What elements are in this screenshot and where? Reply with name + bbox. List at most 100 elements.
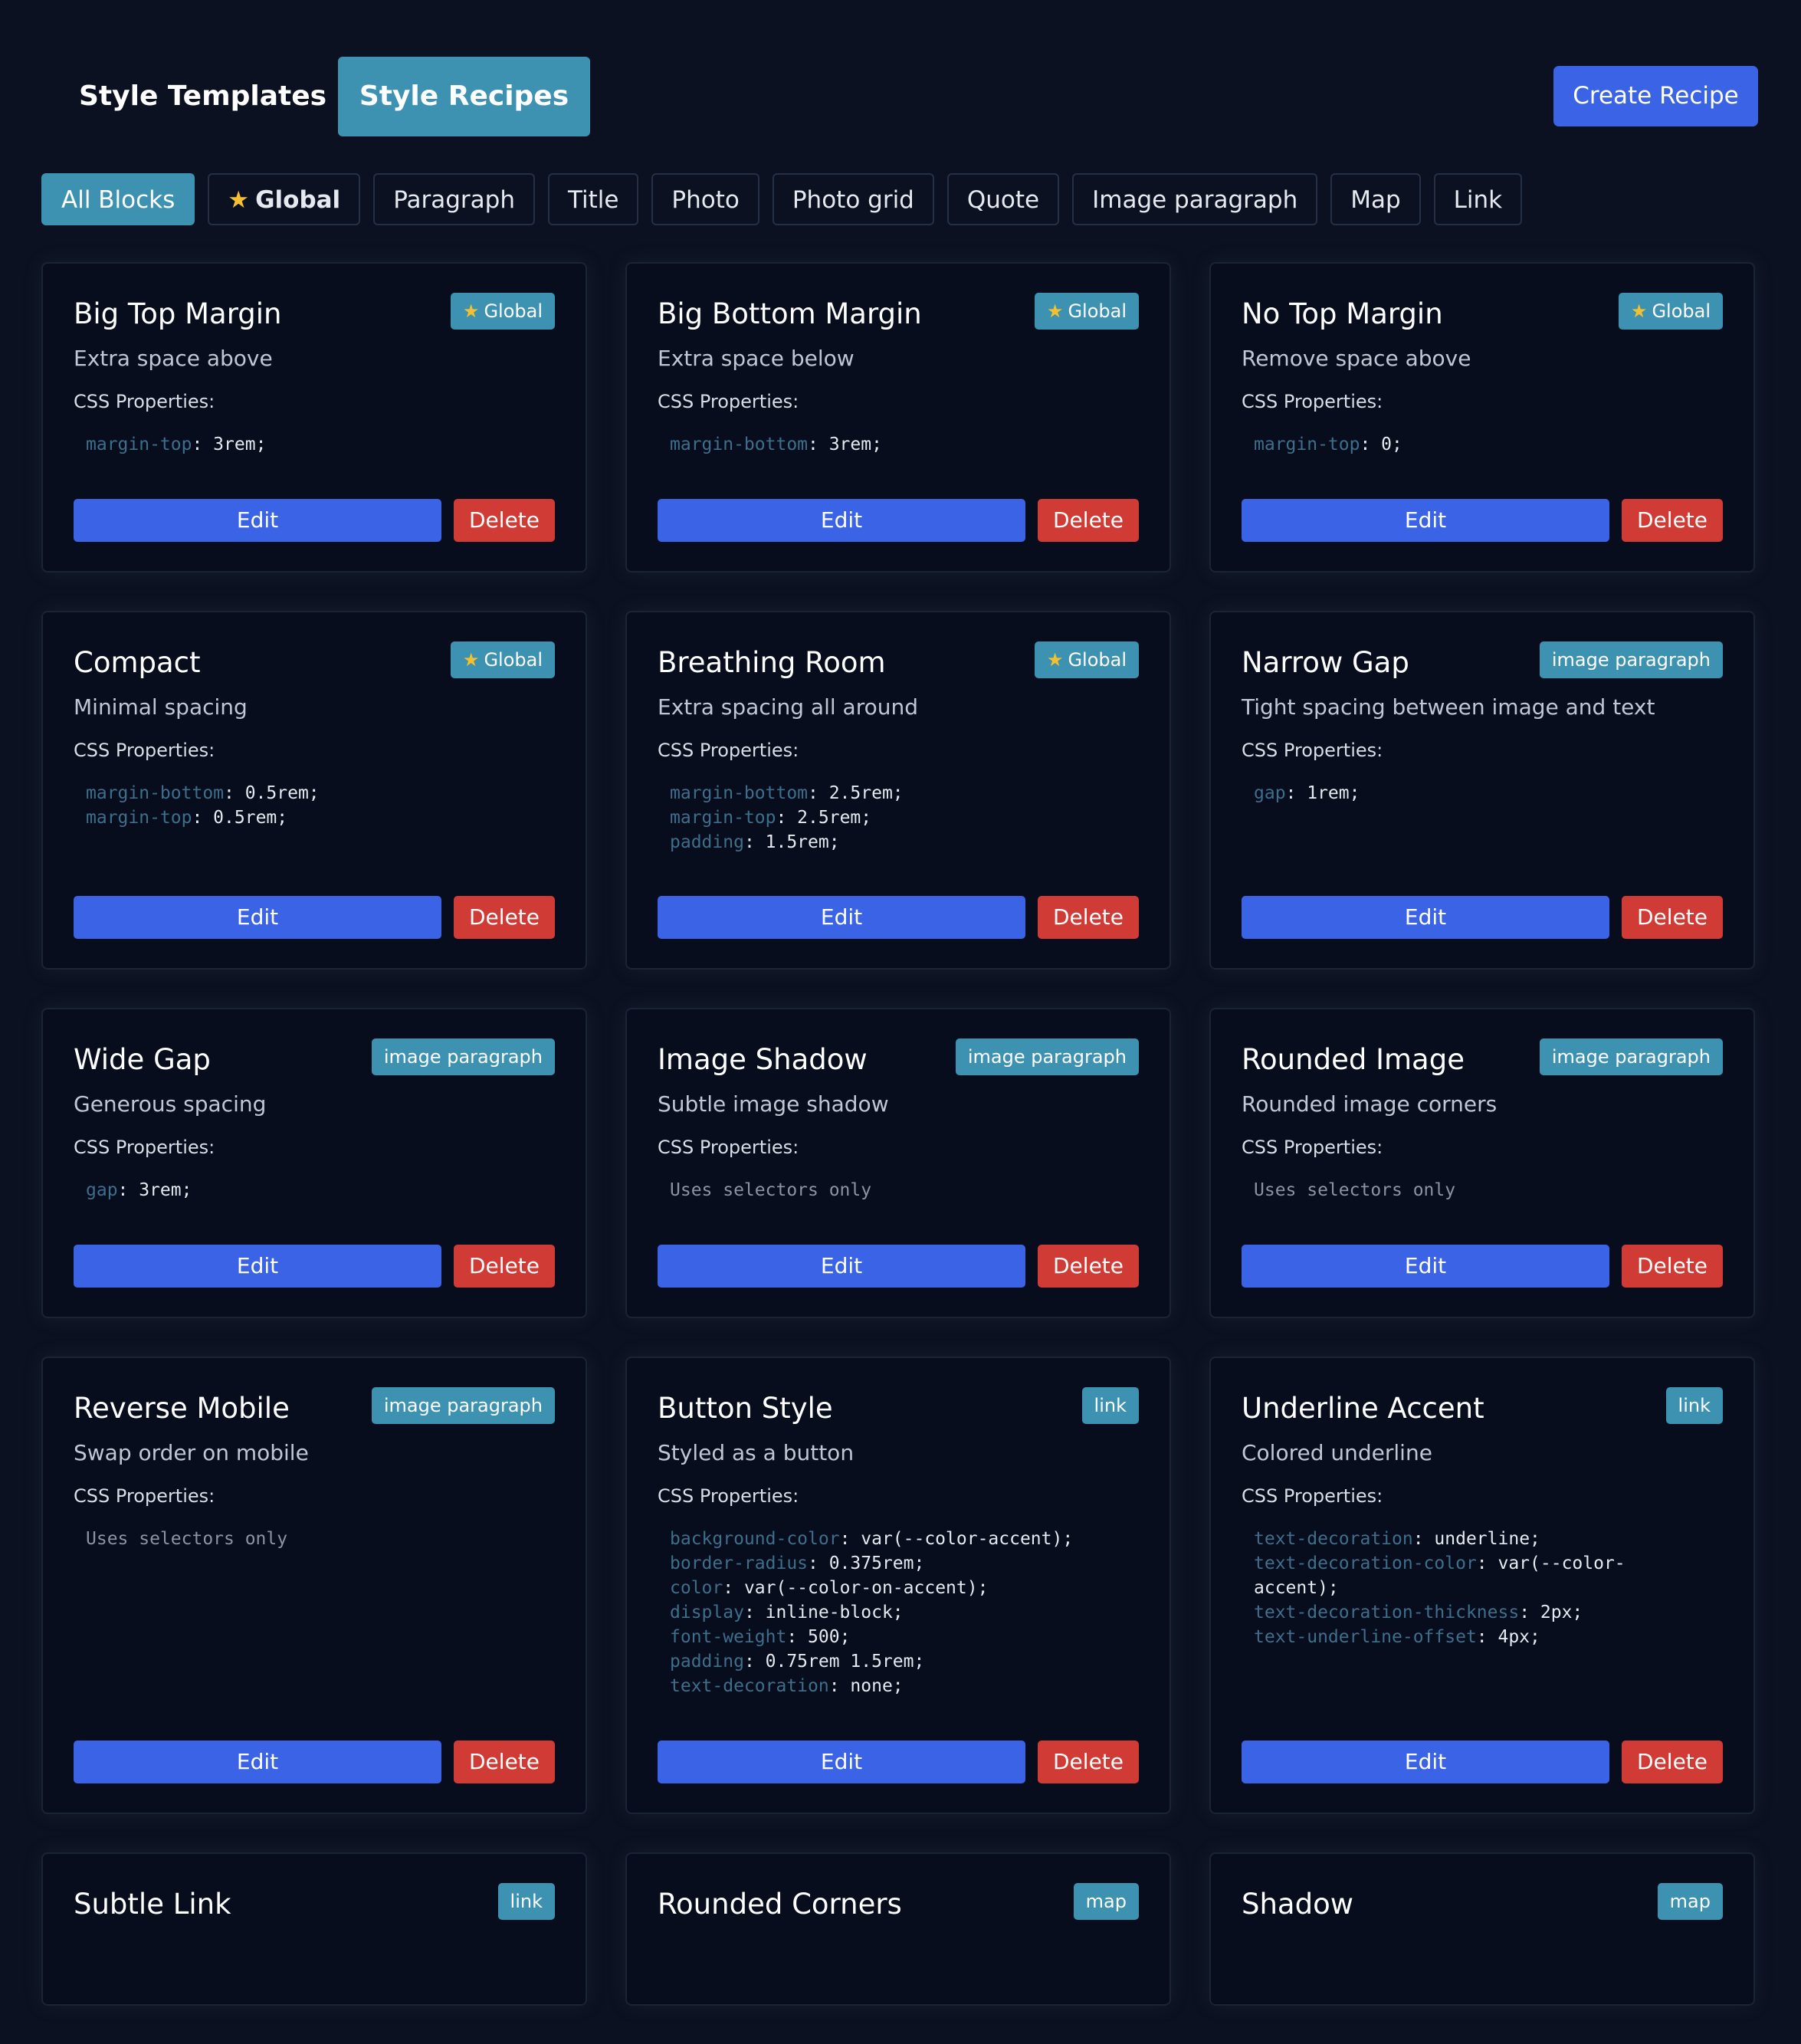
css-property-name: border-radius — [670, 1554, 809, 1573]
card-title: Reverse Mobile — [74, 1392, 290, 1425]
css-property-name: margin-bottom — [670, 783, 809, 803]
edit-button[interactable]: Edit — [658, 1741, 1025, 1783]
css-properties-code: margin-top: 0; — [1242, 432, 1723, 481]
css-properties-code: text-decoration: underline; text-decorati… — [1242, 1527, 1723, 1722]
css-property-value: : 2px; — [1519, 1603, 1583, 1622]
card-actions: Edit Delete — [658, 1245, 1139, 1288]
css-property-name: display — [670, 1603, 744, 1622]
delete-button[interactable]: Delete — [1038, 1245, 1139, 1288]
delete-button[interactable]: Delete — [1622, 1245, 1723, 1288]
css-property-value: : 0.375rem; — [808, 1554, 925, 1573]
recipe-card: Button Style link Styled as a button CSS Pr… — [625, 1357, 1171, 1814]
filter-chip-quote[interactable]: Quote — [946, 173, 1060, 225]
edit-button[interactable]: Edit — [1242, 896, 1609, 939]
edit-button[interactable]: Edit — [74, 499, 441, 542]
css-property-name: text-decoration — [1254, 1529, 1413, 1549]
edit-button[interactable]: Edit — [658, 1245, 1025, 1288]
card-actions: Edit Delete — [1242, 1741, 1723, 1783]
css-properties-code: gap: 3rem; — [74, 1178, 555, 1226]
css-property-name: gap — [86, 1180, 118, 1200]
filter-chip-all-blocks[interactable]: All Blocks — [41, 173, 195, 225]
edit-button[interactable]: Edit — [74, 896, 441, 939]
badge-label: image paragraph — [967, 1046, 1127, 1068]
delete-button[interactable]: Delete — [1038, 499, 1139, 542]
delete-button[interactable]: Delete — [1622, 896, 1723, 939]
tab-style-recipes[interactable]: Style Recipes — [338, 57, 590, 136]
card-header: Big Bottom Margin ★ Global — [658, 293, 1139, 330]
edit-button[interactable]: Edit — [1242, 1741, 1609, 1783]
edit-button[interactable]: Edit — [74, 1245, 441, 1288]
card-title: No Top Margin — [1242, 297, 1443, 330]
css-property-value: : 1.5rem; — [743, 832, 840, 852]
delete-button[interactable]: Delete — [454, 499, 555, 542]
edit-button[interactable]: Edit — [1242, 1245, 1609, 1288]
badge-label: Global — [1068, 649, 1127, 671]
css-property-line: margin-bottom: 3rem; — [670, 432, 1139, 457]
edit-button[interactable]: Edit — [1242, 499, 1609, 542]
recipe-card: Breathing Room ★ Global Extra spacing all a… — [625, 611, 1171, 970]
edit-button[interactable]: Edit — [658, 499, 1025, 542]
filter-chip-link[interactable]: Link — [1433, 173, 1523, 225]
card-title: Rounded Corners — [658, 1888, 902, 1921]
star-icon: ★ — [228, 186, 250, 214]
card-header: Rounded Image image paragraph — [1242, 1038, 1723, 1076]
block-type-badge: ★ Global — [450, 641, 555, 678]
css-property-line: text-decoration-color: var(--color- acce… — [1254, 1551, 1723, 1600]
delete-button[interactable]: Delete — [1038, 1741, 1139, 1783]
block-type-badge: image paragraph — [1539, 641, 1723, 678]
delete-button[interactable]: Delete — [1038, 896, 1139, 939]
page-header: Style Templates Style Recipes Create Rec… — [0, 0, 1801, 161]
card-title: Narrow Gap — [1242, 646, 1409, 679]
delete-button[interactable]: Delete — [454, 1741, 555, 1783]
recipe-card: Big Top Margin ★ Global Extra space above CS… — [41, 262, 587, 573]
css-property-line: margin-bottom: 2.5rem; — [670, 781, 1139, 805]
css-properties-code: Uses selectors only — [74, 1527, 555, 1722]
filter-chip-map[interactable]: Map — [1330, 173, 1421, 225]
css-property-name: text-underline-offset — [1254, 1627, 1477, 1647]
delete-button[interactable]: Delete — [1622, 499, 1723, 542]
card-description: Generous spacing — [74, 1091, 267, 1117]
card-description: Extra space above — [74, 346, 273, 371]
card-description: Extra spacing all around — [658, 694, 918, 720]
card-description: Swap order on mobile — [74, 1440, 309, 1465]
tab-style-templates[interactable]: Style Templates — [42, 57, 363, 136]
css-properties-code: Uses selectors only — [658, 1178, 1139, 1226]
css-property-name: margin-top — [86, 435, 192, 454]
selectors-only-note: Uses selectors only — [1254, 1180, 1456, 1200]
delete-button[interactable]: Delete — [454, 1245, 555, 1288]
filter-chip-title[interactable]: Title — [547, 173, 639, 225]
recipe-card: Big Bottom Margin ★ Global Extra space belo… — [625, 262, 1171, 573]
css-property-value: : 0; — [1360, 435, 1402, 454]
recipe-card: Image Shadow image paragraph Subtle image … — [625, 1008, 1171, 1318]
filter-chip-photo-grid[interactable]: Photo grid — [772, 173, 934, 225]
css-property-line: margin-top: 0.5rem; — [86, 805, 555, 830]
delete-button[interactable]: Delete — [1622, 1741, 1723, 1783]
filter-chip-photo[interactable]: Photo — [651, 173, 759, 225]
recipe-card: Narrow Gap image paragraph Tight spacing b… — [1209, 611, 1755, 970]
filter-chip-paragraph[interactable]: Paragraph — [373, 173, 535, 225]
css-property-value: : 3rem; — [192, 435, 267, 454]
edit-button[interactable]: Edit — [658, 896, 1025, 939]
badge-label: Global — [484, 300, 543, 322]
card-header: Image Shadow image paragraph — [658, 1038, 1139, 1076]
card-title: Big Bottom Margin — [658, 297, 922, 330]
css-property-line: text-underline-offset: 4px; — [1254, 1625, 1723, 1649]
filter-chip-image-paragraph[interactable]: Image paragraph — [1072, 173, 1318, 225]
create-recipe-button[interactable]: Create Recipe — [1553, 66, 1758, 126]
selectors-only-note: Uses selectors only — [86, 1529, 288, 1549]
card-header: Compact ★ Global — [74, 641, 555, 679]
card-actions: Edit Delete — [74, 896, 555, 939]
css-properties-label: CSS Properties: — [658, 1137, 799, 1158]
card-description: Remove space above — [1242, 346, 1471, 371]
delete-button[interactable]: Delete — [454, 896, 555, 939]
recipe-card: Rounded Corners map — [625, 1852, 1171, 2006]
css-properties-label: CSS Properties: — [1242, 1137, 1383, 1158]
filter-chip-global[interactable]: ★ Global — [208, 173, 361, 225]
recipe-card: Wide Gap image paragraph Generous spacing C… — [41, 1008, 587, 1318]
card-header: Big Top Margin ★ Global — [74, 293, 555, 330]
css-property-name: color — [670, 1578, 723, 1598]
edit-button[interactable]: Edit — [74, 1741, 441, 1783]
card-description: Rounded image corners — [1242, 1091, 1498, 1117]
css-property-line: text-decoration: underline; — [1254, 1527, 1723, 1551]
css-properties-label: CSS Properties: — [1242, 1485, 1383, 1507]
